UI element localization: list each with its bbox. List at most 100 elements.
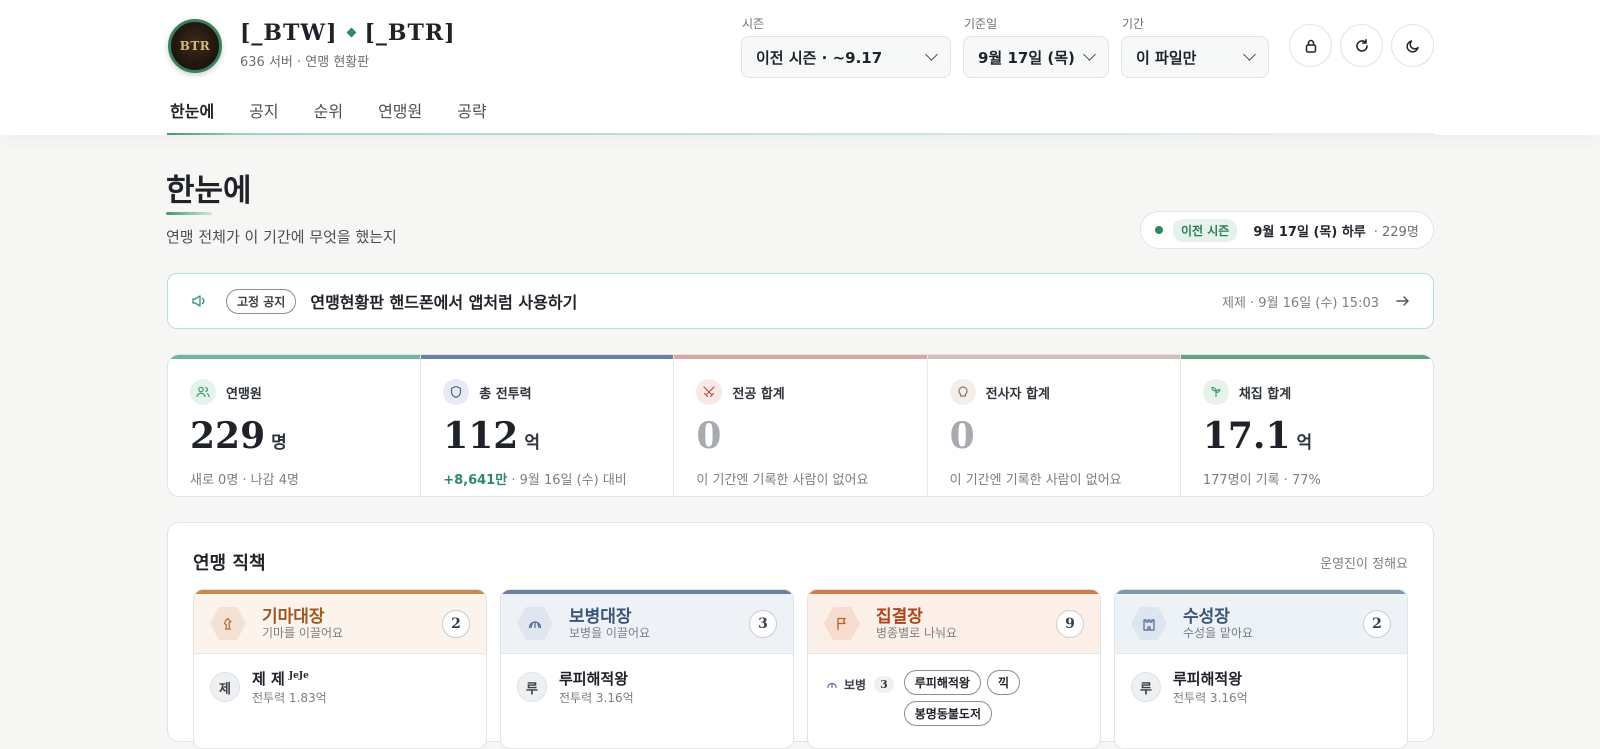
member-chips: 루피해적왕 끽 봉명동불도저 xyxy=(903,670,1044,726)
tab-ranking[interactable]: 순위 xyxy=(314,98,343,122)
tab-guides[interactable]: 공략 xyxy=(457,98,486,122)
stat-accent-bar xyxy=(421,355,674,359)
stat-value: 17.1 xyxy=(1202,415,1291,457)
main-tabs: 한눈에 공지 순위 연맹원 공략 xyxy=(170,98,522,122)
role-card-cavalry[interactable]: 기마대장 기마를 이끌어요 2 제 제 제 JeJe 전투력 1.83억 xyxy=(193,589,487,749)
role-name: 보병대장 xyxy=(569,606,632,627)
member-name: 루피해적왕 xyxy=(559,670,629,688)
subgroup-count: 3 xyxy=(874,676,894,693)
dark-mode-button[interactable] xyxy=(1391,24,1434,67)
stats-panel: 연맹원 229 명 새로 0명 · 나감 4명 총 전투력 112 억 +8,641… xyxy=(167,354,1434,497)
lock-button[interactable] xyxy=(1289,24,1332,67)
member-tag: JeJe xyxy=(288,671,309,681)
brand-left: [_BTW] xyxy=(240,20,338,46)
stat-casualties-total: 전사자 합계 0 이 기간엔 기록한 사람이 없어요 xyxy=(927,355,1181,496)
stat-note: 이 기간엔 기록한 사람이 없어요 xyxy=(696,473,869,488)
role-name: 수성장 xyxy=(1183,606,1230,627)
pinned-badge: 고정 공지 xyxy=(226,288,297,314)
role-header: 집결장 병종별로 나눠요 9 xyxy=(808,594,1100,654)
server-subtitle: 636 서버 · 연맹 현황판 xyxy=(240,55,370,70)
stat-note: 이 기간엔 기록한 사람이 없어요 xyxy=(949,473,1122,488)
stat-members: 연맹원 229 명 새로 0명 · 나감 4명 xyxy=(168,355,422,496)
role-member[interactable]: 제 제 제 JeJe 전투력 1.83억 xyxy=(194,654,486,720)
period-date: 9월 17일 (목) 하루 xyxy=(1253,224,1366,240)
stat-label: 전공 합계 xyxy=(732,386,785,402)
stat-delta: +8,641만 xyxy=(443,473,508,488)
pinned-notice[interactable]: 고정 공지 연맹현황판 핸드폰에서 앱처럼 사용하기 제제 · 9월 16일 (… xyxy=(167,273,1434,329)
stat-unit: 명 xyxy=(271,433,287,453)
stat-note: 177명이 기록 · 77% xyxy=(1202,473,1321,488)
page-title: 한눈에 xyxy=(166,173,252,209)
notice-meta: 제제 · 9월 16일 (수) 15:03 xyxy=(1221,295,1379,311)
avatar: 제 xyxy=(210,672,240,702)
member-chip[interactable]: 끽 xyxy=(986,670,1020,695)
role-card-defense[interactable]: 수성장 수성을 맡아요 2 루 루피해적왕전투력 3.16억 xyxy=(1114,589,1408,749)
stat-value: 0 xyxy=(696,415,722,457)
stat-value: 0 xyxy=(949,415,975,457)
tab-notices[interactable]: 공지 xyxy=(249,98,278,122)
arrow-right-icon xyxy=(1396,296,1409,306)
period-select[interactable]: 이 파일만 xyxy=(1121,36,1269,78)
season-value: 이전 시즌 · ~9.17 xyxy=(756,48,883,67)
role-count-badge: 2 xyxy=(442,609,470,638)
stat-note: 새로 0명 · 나감 4명 xyxy=(190,473,299,488)
alliance-logo[interactable]: BTR xyxy=(168,19,222,73)
member-name: 제 제 xyxy=(252,670,285,688)
role-count-badge: 9 xyxy=(1056,609,1084,638)
flag-icon xyxy=(824,606,860,641)
stat-note: +8,641만 · 9월 16일 (수) 대비 xyxy=(443,469,651,488)
stat-accent-bar xyxy=(1180,355,1433,359)
member-count: · 229명 xyxy=(1373,224,1419,240)
lock-icon xyxy=(1305,39,1316,53)
role-description: 기마를 이끌어요 xyxy=(262,625,344,640)
season-select[interactable]: 이전 시즌 · ~9.17 xyxy=(741,36,951,78)
sprout-icon xyxy=(1202,379,1229,405)
chevron-down-icon xyxy=(1083,48,1096,61)
member-name: 루피해적왕 xyxy=(1173,670,1243,688)
brand-separator xyxy=(346,27,356,38)
moon-icon xyxy=(1405,39,1419,53)
role-header: 수성장 수성을 맡아요 2 xyxy=(1115,594,1407,654)
refresh-icon xyxy=(1355,38,1368,52)
helmet-icon xyxy=(827,682,837,688)
role-header: 기마대장 기마를 이끌어요 2 xyxy=(194,594,486,654)
stat-note-text: · 9월 16일 (수) 대비 xyxy=(507,473,627,488)
role-member[interactable]: 루 루피해적왕 전투력 3.16억 xyxy=(501,654,793,720)
helmet-icon xyxy=(517,606,553,641)
roles-note: 운영진이 정해요 xyxy=(1320,557,1408,572)
role-description: 보병을 이끌어요 xyxy=(569,625,651,640)
member-chip[interactable]: 루피해적왕 xyxy=(903,670,981,695)
season-tag: 이전 시즌 xyxy=(1173,218,1238,242)
stat-accent-bar xyxy=(927,355,1180,359)
megaphone-icon xyxy=(192,295,205,307)
role-card-infantry[interactable]: 보병대장 보병을 이끌어요 3 루 루피해적왕 전투력 3.16억 xyxy=(500,589,794,749)
stat-total-power: 총 전투력 112 억 +8,641만 · 9월 16일 (수) 대비 xyxy=(421,355,675,496)
stat-value: 112 xyxy=(443,415,519,457)
stat-accent-bar xyxy=(674,355,927,359)
role-member[interactable]: 루 루피해적왕전투력 3.16억 xyxy=(1115,654,1407,720)
period-label: 기간 xyxy=(1122,17,1145,31)
skull-icon xyxy=(949,379,976,405)
tab-members[interactable]: 연맹원 xyxy=(378,98,422,122)
stat-value: 229 xyxy=(190,415,266,457)
member-power: 전투력 3.16억 xyxy=(1173,691,1248,705)
role-name: 기마대장 xyxy=(262,606,325,627)
member-power: 전투력 3.16억 xyxy=(559,691,634,705)
stat-unit: 억 xyxy=(524,433,540,453)
stat-label: 총 전투력 xyxy=(479,386,532,402)
season-label: 시즌 xyxy=(742,17,765,31)
notice-title: 연맹현황판 핸드폰에서 앱처럼 사용하기 xyxy=(310,293,578,312)
role-description: 병종별로 나눠요 xyxy=(876,625,958,640)
page-description: 연맹 전체가 이 기간에 무엇을 했는지 xyxy=(166,228,397,246)
role-count-badge: 3 xyxy=(749,609,777,638)
logo-text: BTR xyxy=(179,39,211,53)
tab-overview[interactable]: 한눈에 xyxy=(170,98,214,122)
castle-icon xyxy=(1131,606,1167,641)
role-card-rally[interactable]: 집결장 병종별로 나눠요 9 보병 3 루피해적왕 끽 봉명동불도저 xyxy=(807,589,1101,749)
base-date-select[interactable]: 9월 17일 (목) xyxy=(963,36,1109,78)
member-chip[interactable]: 봉명동불도저 xyxy=(903,701,992,726)
chevron-down-icon xyxy=(1243,48,1256,61)
status-dot xyxy=(1155,226,1163,234)
refresh-button[interactable] xyxy=(1340,24,1383,67)
avatar: 루 xyxy=(1131,672,1161,702)
